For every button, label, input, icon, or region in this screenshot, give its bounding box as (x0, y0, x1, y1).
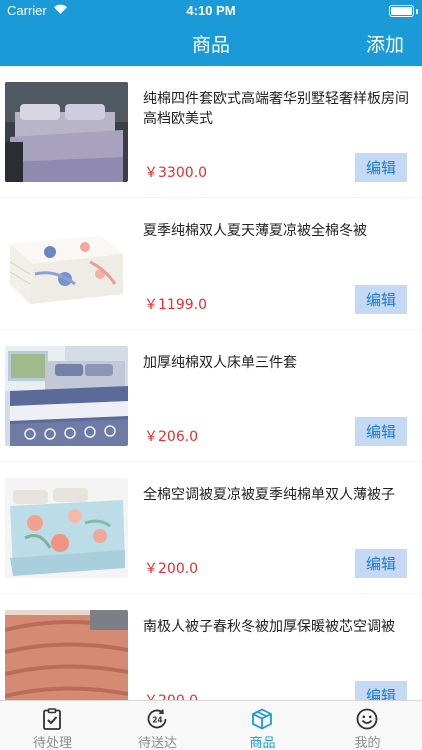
product-item[interactable]: 纯棉四件套欧式高端奢华别墅轻奢样板房间高档欧美式 ￥3300.0 编辑 (0, 66, 422, 197)
product-price: ￥1199.0 (144, 297, 207, 313)
product-image-bedding-set (5, 82, 128, 182)
tab-pending[interactable]: 待处理 (0, 701, 105, 750)
tab-products[interactable]: 商品 (210, 701, 315, 750)
add-button[interactable]: 添加 (366, 30, 404, 57)
product-title: 加厚纯棉双人床单三件套 (143, 355, 297, 371)
battery-icon (389, 5, 414, 17)
edit-button[interactable]: 编辑 (355, 153, 407, 182)
clipboard-check-icon (43, 708, 61, 730)
svg-text:24: 24 (152, 716, 162, 725)
smiley-icon (356, 708, 378, 730)
product-image-ac-quilt (5, 478, 128, 578)
tab-bar: 待处理 24 待送达 商品 我的 (0, 700, 422, 750)
tab-label: 我的 (354, 736, 381, 750)
product-price: ￥206.0 (144, 429, 199, 445)
product-price: ￥3300.0 (144, 165, 207, 181)
product-item[interactable]: 全棉空调被夏凉被夏季纯棉单双人薄被子 ￥200.0 编辑 (0, 462, 422, 593)
product-item[interactable]: 夏季纯棉双人夏天薄夏凉被全棉冬被 ￥1199.0 编辑 (0, 198, 422, 329)
edit-button[interactable]: 编辑 (355, 681, 407, 700)
status-bar: Carrier 4:10 PM (0, 0, 422, 22)
tab-to-deliver[interactable]: 24 待送达 (105, 701, 210, 750)
product-title: 全棉空调被夏凉被夏季纯棉单双人薄被子 (143, 487, 395, 503)
box-icon (252, 708, 272, 730)
product-list[interactable]: 纯棉四件套欧式高端奢华别墅轻奢样板房间高档欧美式 ￥3300.0 编辑 夏季纯棉… (0, 66, 422, 700)
page-title: 商品 (191, 34, 230, 56)
tab-label: 商品 (249, 736, 276, 750)
clock-24-icon: 24 (147, 709, 167, 729)
product-image-winter-quilt (5, 610, 128, 700)
product-item[interactable]: 加厚纯棉双人床单三件套 ￥206.0 编辑 (0, 330, 422, 461)
product-image-summer-quilt (5, 214, 128, 314)
product-image-bed-sheet (5, 346, 128, 446)
product-price: ￥200.0 (144, 690, 198, 700)
product-title: 南极人被子春秋冬被加厚保暖被芯空调被 (143, 619, 395, 635)
edit-button[interactable]: 编辑 (355, 285, 407, 314)
tab-label: 待处理 (32, 736, 72, 750)
edit-button[interactable]: 编辑 (355, 549, 407, 578)
product-item[interactable]: 南极人被子春秋冬被加厚保暖被芯空调被 ￥200.0 编辑 (0, 594, 422, 700)
product-price: ￥200.0 (144, 561, 199, 577)
product-title: 纯棉四件套欧式高端奢华别墅轻奢样板房间高档欧美式 (143, 91, 409, 127)
tab-me[interactable]: 我的 (315, 701, 420, 750)
edit-button[interactable]: 编辑 (355, 417, 407, 446)
product-title: 夏季纯棉双人夏天薄夏凉被全棉冬被 (143, 223, 367, 239)
status-time: 4:10 PM (186, 3, 236, 18)
nav-header: Carrier 4:10 PM 商品 添加 (0, 0, 422, 66)
battery-tip (416, 9, 418, 14)
tab-label: 待送达 (137, 736, 177, 750)
